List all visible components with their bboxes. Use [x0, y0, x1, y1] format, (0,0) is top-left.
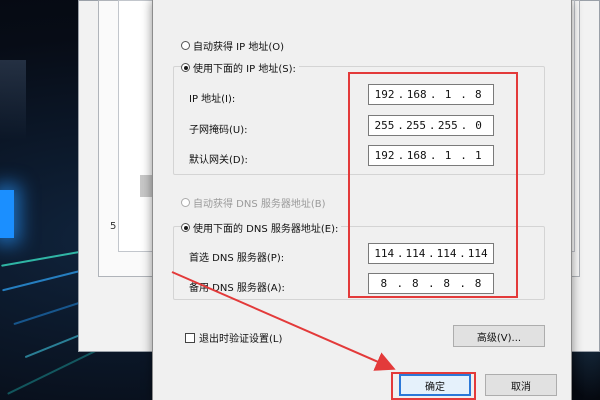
alternate-dns-label: 备用 DNS 服务器(A):	[189, 283, 285, 294]
preferred-dns-label: 首选 DNS 服务器(P):	[189, 253, 285, 264]
default-gateway-label: 默认网关(D):	[189, 155, 248, 166]
ip-dot: .	[396, 247, 404, 260]
advanced-button[interactable]: 高级(V)...	[453, 325, 545, 347]
ip-dot: .	[428, 119, 436, 132]
ip-octet: 8	[380, 277, 388, 290]
ip-octet: 8	[443, 277, 450, 290]
ip-dot: .	[397, 88, 405, 101]
ip-dot: .	[460, 149, 467, 162]
ip-octet: 114	[467, 247, 488, 260]
ip-octet: 168	[406, 88, 427, 101]
ip-octet: 255	[406, 119, 427, 132]
ip-octet: 1	[444, 149, 452, 162]
ip-octet: 255	[374, 119, 395, 132]
ip-octet: 255	[437, 119, 458, 132]
ip-octet: 168	[406, 149, 427, 162]
auto-ip-radio[interactable]: 自动获得 IP 地址(O)	[181, 38, 284, 53]
ip-octet: 114	[436, 247, 457, 260]
manual-ip-radio[interactable]: 使用下面的 IP 地址(S):	[181, 60, 299, 75]
validate-on-exit-label: 退出时验证设置(L)	[199, 334, 283, 345]
ip-octet: 192	[374, 149, 395, 162]
ip-octet: 8	[411, 277, 419, 290]
cancel-button[interactable]: 取消	[485, 374, 557, 396]
default-gateway-field[interactable]: 192. 168. 1. 1	[368, 145, 494, 166]
ip-dot: .	[427, 277, 435, 290]
ip-octet: 0	[475, 119, 482, 132]
ip-octet: 192	[374, 88, 395, 101]
radio-checked-icon	[181, 223, 190, 232]
radio-icon	[181, 198, 190, 207]
ip-octet: 8	[475, 88, 482, 101]
radio-checked-icon	[181, 63, 190, 72]
alternate-dns-field[interactable]: 8. 8. 8. 8	[368, 273, 494, 294]
ip-dot: .	[397, 119, 404, 132]
subnet-mask-field[interactable]: 255. 255. 255. 0	[368, 115, 494, 136]
ip-dot: .	[459, 247, 466, 260]
ip-dot: .	[429, 149, 437, 162]
wallpaper-blue-glow	[0, 190, 14, 238]
preferred-dns-field[interactable]: 114. 114. 114. 114	[368, 243, 494, 264]
auto-dns-label: 自动获得 DNS 服务器地址(B)	[193, 199, 326, 210]
validate-on-exit-checkbox[interactable]: 退出时验证设置(L)	[185, 330, 282, 345]
ip-address-label: IP 地址(I):	[189, 94, 236, 105]
ip-octet: 114	[405, 247, 426, 260]
subnet-mask-label: 子网掩码(U):	[189, 125, 248, 136]
ok-button[interactable]: 确定	[399, 374, 471, 396]
ip-dot: .	[396, 277, 404, 290]
auto-dns-radio[interactable]: 自动获得 DNS 服务器地址(B)	[181, 195, 326, 210]
radio-icon	[181, 41, 190, 50]
checkbox-icon	[185, 332, 195, 343]
ipv4-properties-dialog: 自动获得 IP 地址(O) 使用下面的 IP 地址(S): IP 地址(I): …	[152, 0, 572, 400]
auto-ip-label: 自动获得 IP 地址(O)	[193, 42, 285, 53]
ip-octet: 8	[474, 277, 482, 290]
manual-dns-label: 使用下面的 DNS 服务器地址(E):	[193, 224, 339, 235]
manual-ip-label: 使用下面的 IP 地址(S):	[193, 64, 296, 75]
ip-dot: .	[460, 88, 467, 101]
ip-dot: .	[460, 119, 468, 132]
wallpaper-sliver	[0, 60, 26, 140]
ip-address-field[interactable]: 192. 168. 1. 8	[368, 84, 494, 105]
ip-dot: .	[429, 88, 437, 101]
ip-dot: .	[397, 149, 405, 162]
background-window-control	[140, 175, 152, 197]
ip-octet: 1	[475, 149, 482, 162]
ip-dot: .	[459, 277, 466, 290]
ip-octet: 1	[444, 88, 452, 101]
background-window-label: 5	[110, 221, 117, 232]
manual-dns-radio[interactable]: 使用下面的 DNS 服务器地址(E):	[181, 220, 342, 235]
ip-dot: .	[427, 247, 435, 260]
ip-octet: 114	[374, 247, 395, 260]
